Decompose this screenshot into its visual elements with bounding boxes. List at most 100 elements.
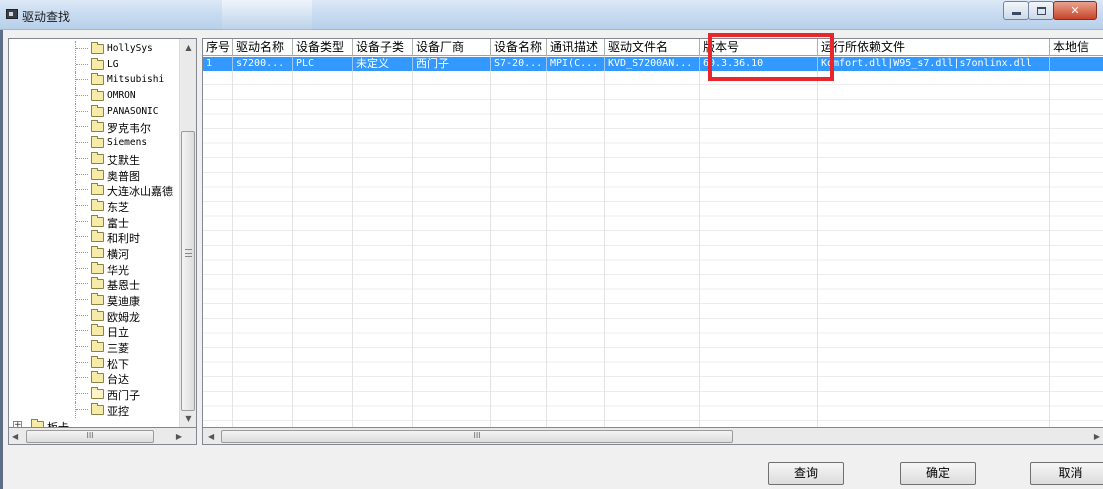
tree-connector bbox=[75, 135, 89, 151]
minimize-icon bbox=[1011, 12, 1021, 15]
tree-item[interactable]: Siemens bbox=[9, 135, 181, 151]
scroll-right-arrow-icon[interactable]: ▶ bbox=[1094, 428, 1100, 445]
tree-item[interactable]: 富士 bbox=[9, 213, 181, 230]
scroll-down-arrow-icon[interactable]: ▼ bbox=[180, 410, 196, 427]
close-button[interactable]: ✕ bbox=[1053, 1, 1097, 20]
folder-icon bbox=[91, 230, 104, 243]
scroll-left-arrow-icon[interactable]: ◀ bbox=[12, 428, 18, 445]
table-cell[interactable]: 1 bbox=[203, 57, 233, 71]
scroll-up-arrow-icon[interactable]: ▲ bbox=[180, 39, 196, 56]
query-button[interactable]: 查询 bbox=[768, 462, 844, 485]
window-left-edge bbox=[0, 30, 3, 489]
table-cell[interactable]: S7-20... bbox=[491, 57, 547, 71]
grid-hscroll-thumb[interactable]: III bbox=[221, 430, 733, 443]
tree-item[interactable]: PANASONIC bbox=[9, 103, 181, 120]
column-header[interactable]: 驱动文件名 bbox=[605, 39, 700, 56]
folder-icon bbox=[91, 104, 104, 117]
driver-grid[interactable]: 序号 驱动名称 设备类型 设备子类 设备厂商 设备名称 通讯描述 驱动文件名 版本号 运行所依赖文… bbox=[202, 38, 1103, 428]
title-bar: 驱动查找 ✕ bbox=[0, 0, 1103, 30]
table-cell[interactable]: s7200... bbox=[233, 57, 293, 71]
tree-item-label: 板卡 bbox=[47, 420, 69, 428]
close-icon: ✕ bbox=[1070, 4, 1080, 17]
tree-item[interactable]: 奥普图 bbox=[9, 166, 181, 183]
folder-icon bbox=[91, 151, 104, 164]
tree-item[interactable]: 莫迪康 bbox=[9, 292, 181, 308]
tree-item[interactable]: HollySys bbox=[9, 41, 181, 57]
minimize-button[interactable] bbox=[1003, 1, 1029, 20]
column-header[interactable]: 设备子类 bbox=[353, 39, 413, 56]
folder-icon bbox=[91, 42, 104, 54]
column-header[interactable]: 本地信 bbox=[1050, 39, 1103, 56]
column-header[interactable]: 设备名称 bbox=[491, 39, 547, 56]
table-cell[interactable]: Komfort.dll|W95_s7.dll|s7onlinx.dll bbox=[818, 57, 1050, 71]
tree-item-label: HollySys bbox=[107, 43, 153, 54]
column-header[interactable]: 设备厂商 bbox=[413, 39, 491, 56]
tree-hscroll-thumb[interactable]: III bbox=[26, 430, 154, 443]
tree-connector bbox=[75, 354, 89, 371]
tree-item[interactable]: 罗克韦尔 bbox=[9, 119, 181, 135]
folder-icon bbox=[91, 120, 104, 133]
grip-icon bbox=[185, 249, 192, 257]
tree-item-root[interactable]: + 板卡 bbox=[9, 418, 181, 428]
table-cell[interactable]: 60.3.36.10 bbox=[700, 57, 818, 71]
tree-item[interactable]: 松下 bbox=[9, 354, 181, 371]
table-row-selected[interactable]: 1 s7200... PLC 未定义 西门子 S7-20... MPI(C... KVD_S7… bbox=[203, 57, 1103, 71]
tree-item[interactable]: OMRON bbox=[9, 88, 181, 104]
tree-item-label: 大连冰山嘉德 bbox=[107, 185, 173, 199]
cancel-button[interactable]: 取消 bbox=[1030, 462, 1103, 485]
tree-connector bbox=[75, 103, 89, 120]
column-header[interactable]: 设备类型 bbox=[293, 39, 353, 56]
tree-scroll-thumb[interactable] bbox=[181, 131, 195, 411]
table-cell[interactable] bbox=[1050, 57, 1103, 71]
tree-item[interactable]: 艾默生 bbox=[9, 150, 181, 167]
column-header[interactable]: 运行所依赖文件 bbox=[818, 39, 1050, 56]
tree-connector bbox=[75, 307, 89, 324]
tree-item[interactable]: 三菱 bbox=[9, 339, 181, 355]
scroll-left-arrow-icon[interactable]: ◀ bbox=[208, 428, 214, 445]
tree-item-label: Siemens bbox=[107, 137, 148, 149]
tree-connector bbox=[75, 150, 89, 167]
column-divider bbox=[1049, 56, 1050, 427]
table-cell[interactable]: 西门子 bbox=[413, 57, 491, 71]
tree-connector bbox=[75, 276, 89, 292]
folder-icon bbox=[91, 402, 104, 415]
tree-item[interactable]: LG bbox=[9, 56, 181, 73]
driver-tree[interactable]: HollySys LG Mitsubishi OMRON PANASONIC 罗克韦尔 Si… bbox=[8, 38, 197, 428]
table-cell[interactable]: MPI(C... bbox=[547, 57, 605, 71]
table-cell[interactable]: PLC bbox=[293, 57, 353, 71]
tree-item[interactable]: 台达 bbox=[9, 370, 181, 386]
tree-item[interactable]: 华光 bbox=[9, 260, 181, 277]
folder-icon bbox=[91, 340, 104, 353]
tree-item[interactable]: 日立 bbox=[9, 323, 181, 339]
grid-horizontal-scrollbar[interactable]: ◀ III ▶ bbox=[202, 428, 1103, 445]
tree-item[interactable]: 西门子 bbox=[9, 386, 181, 402]
tree-item[interactable]: 横河 bbox=[9, 244, 181, 261]
tree-connector bbox=[75, 182, 89, 198]
column-header[interactable]: 通讯描述 bbox=[547, 39, 605, 56]
tree-item[interactable]: 亚控 bbox=[9, 401, 181, 418]
tree-connector bbox=[75, 166, 89, 183]
tree-item[interactable]: 和利时 bbox=[9, 229, 181, 245]
tree-item[interactable]: 大连冰山嘉德 bbox=[9, 182, 181, 198]
column-header[interactable]: 驱动名称 bbox=[233, 39, 293, 56]
tree-item-label: 横河 bbox=[107, 247, 129, 261]
tree-item-label: PANASONIC bbox=[107, 105, 159, 117]
tree-item[interactable]: Mitsubishi bbox=[9, 72, 181, 89]
tree-item[interactable]: 欧姆龙 bbox=[9, 307, 181, 324]
scroll-right-arrow-icon[interactable]: ▶ bbox=[176, 428, 182, 445]
table-cell[interactable]: KVD_S7200AN... bbox=[605, 57, 700, 71]
table-cell[interactable]: 未定义 bbox=[353, 57, 413, 71]
folder-icon bbox=[91, 308, 104, 321]
tree-horizontal-scrollbar[interactable]: ◀ III ▶ bbox=[8, 428, 197, 445]
tree-connector bbox=[75, 370, 89, 387]
tree-vertical-scrollbar[interactable]: ▲ ▼ bbox=[179, 39, 196, 427]
column-header[interactable]: 序号 bbox=[203, 39, 233, 56]
expand-icon[interactable]: + bbox=[13, 420, 22, 427]
maximize-button[interactable] bbox=[1028, 1, 1054, 20]
folder-icon bbox=[31, 418, 44, 427]
tree-item[interactable]: 东芝 bbox=[9, 197, 181, 214]
ok-button[interactable]: 确定 bbox=[900, 462, 976, 485]
tree-item[interactable]: 基恩士 bbox=[9, 276, 181, 292]
folder-icon bbox=[91, 73, 104, 86]
column-header[interactable]: 版本号 bbox=[700, 39, 818, 56]
